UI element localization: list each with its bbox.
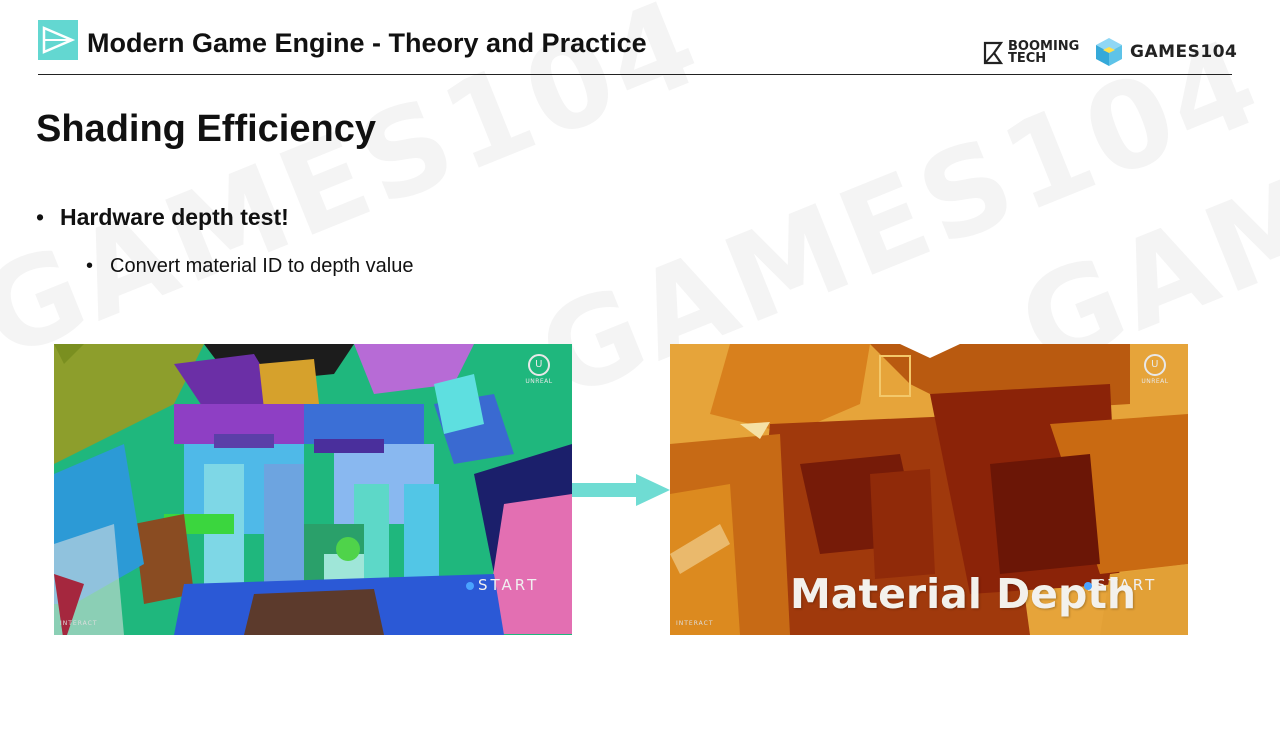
bullet-dot: • xyxy=(36,204,45,230)
games104-cube-icon xyxy=(1096,38,1122,66)
start-button-icon xyxy=(466,581,474,590)
interact-label: INTERACT xyxy=(60,620,98,627)
start-text: START xyxy=(1096,576,1158,594)
bullet-main-text: Hardware depth test! xyxy=(60,204,289,230)
unreal-label: UNREAL xyxy=(1141,378,1169,385)
booming-tech-logo-icon xyxy=(983,41,1004,65)
header-divider xyxy=(38,74,1232,75)
slide-logo-icon xyxy=(38,20,78,60)
start-button-label: START xyxy=(1084,576,1157,594)
interact-label: INTERACT xyxy=(676,620,714,627)
bullet-dot: • xyxy=(86,255,94,277)
games104-logo: GAMES104 xyxy=(1094,35,1237,69)
bullet-sub-text: Convert material ID to depth value xyxy=(110,255,414,277)
start-button-label: START xyxy=(466,576,539,594)
material-id-image: U UNREAL START INTERACT xyxy=(54,344,572,635)
slide-title: Shading Efficiency xyxy=(36,108,376,150)
unreal-logo-icon: U UNREAL xyxy=(1136,354,1174,385)
games104-text: GAMES104 xyxy=(1130,42,1238,62)
booming-line-2: TECH xyxy=(1008,51,1047,66)
header-title: Modern Game Engine - Theory and Practice xyxy=(87,28,647,58)
start-text: START xyxy=(478,576,540,594)
start-button-icon xyxy=(1084,581,1092,590)
material-depth-image: U UNREAL Material Depth START INTERACT xyxy=(670,344,1188,635)
arrow-right-icon xyxy=(572,474,670,506)
unreal-logo-icon: U UNREAL xyxy=(520,354,558,385)
booming-tech-logo: BOOMING TECH xyxy=(982,37,1079,69)
bullet-main: • Hardware depth test! xyxy=(36,204,289,231)
unreal-label: UNREAL xyxy=(525,378,553,385)
bullet-sub: • Convert material ID to depth value xyxy=(86,255,414,278)
